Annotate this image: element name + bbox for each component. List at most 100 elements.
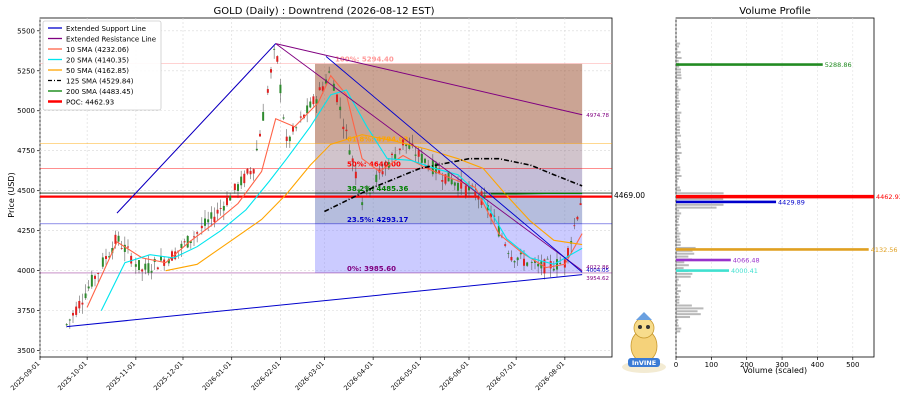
volume-bar (676, 91, 680, 94)
volume-bar (676, 68, 682, 71)
candle-body (464, 185, 467, 196)
volume-bar (676, 244, 681, 247)
volume-bar (676, 128, 680, 131)
candle-body (219, 208, 222, 209)
sma-series-line (491, 192, 583, 195)
candle-body (309, 101, 312, 108)
volume-bar (676, 163, 680, 166)
volume-bar (676, 82, 678, 85)
volume-bar (676, 97, 679, 100)
volume-bar (676, 278, 679, 281)
candle-body (292, 126, 294, 132)
candle-body (414, 154, 417, 156)
chart-figure: GOLD (Daily) : Downtrend (2026-08-12 EST… (0, 0, 900, 400)
figure-svg: GOLD (Daily) : Downtrend (2026-08-12 EST… (7, 6, 900, 392)
candle-body (94, 275, 96, 279)
volume-bar (676, 103, 681, 106)
candle-body (144, 263, 147, 270)
legend: Extended Support Line Extended Resistanc… (42, 20, 162, 111)
candle-body (394, 154, 397, 160)
legend-label: 125 SMA (4529.84) (66, 78, 134, 86)
legend-label: 20 SMA (4140.35) (66, 57, 129, 65)
candle-body (526, 262, 529, 266)
candle-body (477, 197, 480, 200)
candle-body (240, 176, 243, 186)
volume-bar (676, 295, 680, 298)
y-tick-label: 5500 (17, 27, 35, 35)
volume-bar (676, 74, 682, 77)
y-axis-label: Price (USD) (7, 172, 16, 217)
volume-key-bar (676, 194, 874, 199)
candle-body (147, 263, 150, 273)
candle-body (345, 129, 348, 132)
volume-bar (676, 284, 681, 287)
volume-bar (676, 281, 678, 284)
volume-bar (676, 301, 680, 304)
x-tick-label: 2025-09-01 (9, 360, 41, 392)
volume-bar (676, 238, 681, 241)
volume-bar (676, 218, 680, 221)
volume-bar (676, 321, 678, 324)
candle-body (457, 183, 459, 191)
volume-bar (676, 255, 689, 258)
volume-key-label: 4000.41 (731, 267, 758, 275)
volume-bar (676, 180, 678, 183)
candle-body (576, 216, 579, 220)
candle-body (504, 244, 507, 246)
x-tick-label: 2025-11-01 (105, 360, 137, 392)
volume-bar (676, 235, 680, 238)
volume-bar (676, 48, 678, 51)
volume-bar (676, 42, 681, 45)
candle-body (546, 258, 549, 260)
volume-bar (676, 327, 682, 330)
candle-body (216, 209, 219, 214)
volume-bar (676, 117, 680, 120)
candle-body (222, 205, 225, 211)
candle-body (306, 105, 309, 114)
candle-body (117, 235, 120, 242)
volume-bar (676, 290, 681, 293)
volume-bar (676, 77, 682, 80)
candle-body (424, 158, 426, 163)
candle-body (273, 48, 276, 50)
volume-bar (676, 209, 680, 212)
candle-body (408, 144, 411, 149)
candle-body (513, 261, 516, 263)
mascot-logo-icon: InVINE (622, 312, 666, 373)
x-tick-label: 2026-08-01 (534, 360, 566, 392)
candle-body (237, 184, 239, 191)
x-tick-label: 2026-06-01 (438, 360, 470, 392)
legend-label: 50 SMA (4162.85) (66, 67, 129, 75)
candle-body (246, 168, 249, 174)
volume-bar (676, 154, 680, 157)
candle-body (441, 179, 444, 182)
candle-body (81, 302, 84, 305)
volume-x-tick-label: 500 (846, 361, 859, 369)
volume-key-label: 5288.86 (825, 61, 852, 69)
candle-body (282, 117, 285, 119)
legend-label: Extended Support Line (66, 25, 146, 33)
volume-x-tick-label: 400 (811, 361, 824, 369)
x-tick-label: 2026-03-01 (293, 360, 325, 392)
volume-bar (676, 215, 680, 218)
volume-bar (676, 310, 698, 313)
volume-x-tick-label: 200 (740, 361, 753, 369)
candle-body (270, 69, 272, 73)
candle-body (318, 87, 321, 91)
candle-body (285, 136, 288, 142)
volume-bar (676, 137, 678, 140)
volume-key-label: 4462.93 (876, 193, 900, 201)
y-tick-label: 3500 (17, 347, 35, 355)
volume-bar (676, 100, 680, 103)
candle-body (559, 262, 562, 264)
volume-bar (676, 206, 717, 209)
candle-body (348, 150, 351, 155)
volume-bar (676, 186, 680, 189)
candle-body (233, 183, 236, 191)
candle-body (259, 133, 261, 137)
fib-level-label: 23.5%: 4293.17 (347, 216, 409, 224)
last-price-label: 4469.00 (614, 191, 645, 200)
volume-bar (676, 123, 680, 126)
candle-body (210, 212, 213, 219)
candle-body (369, 193, 371, 194)
